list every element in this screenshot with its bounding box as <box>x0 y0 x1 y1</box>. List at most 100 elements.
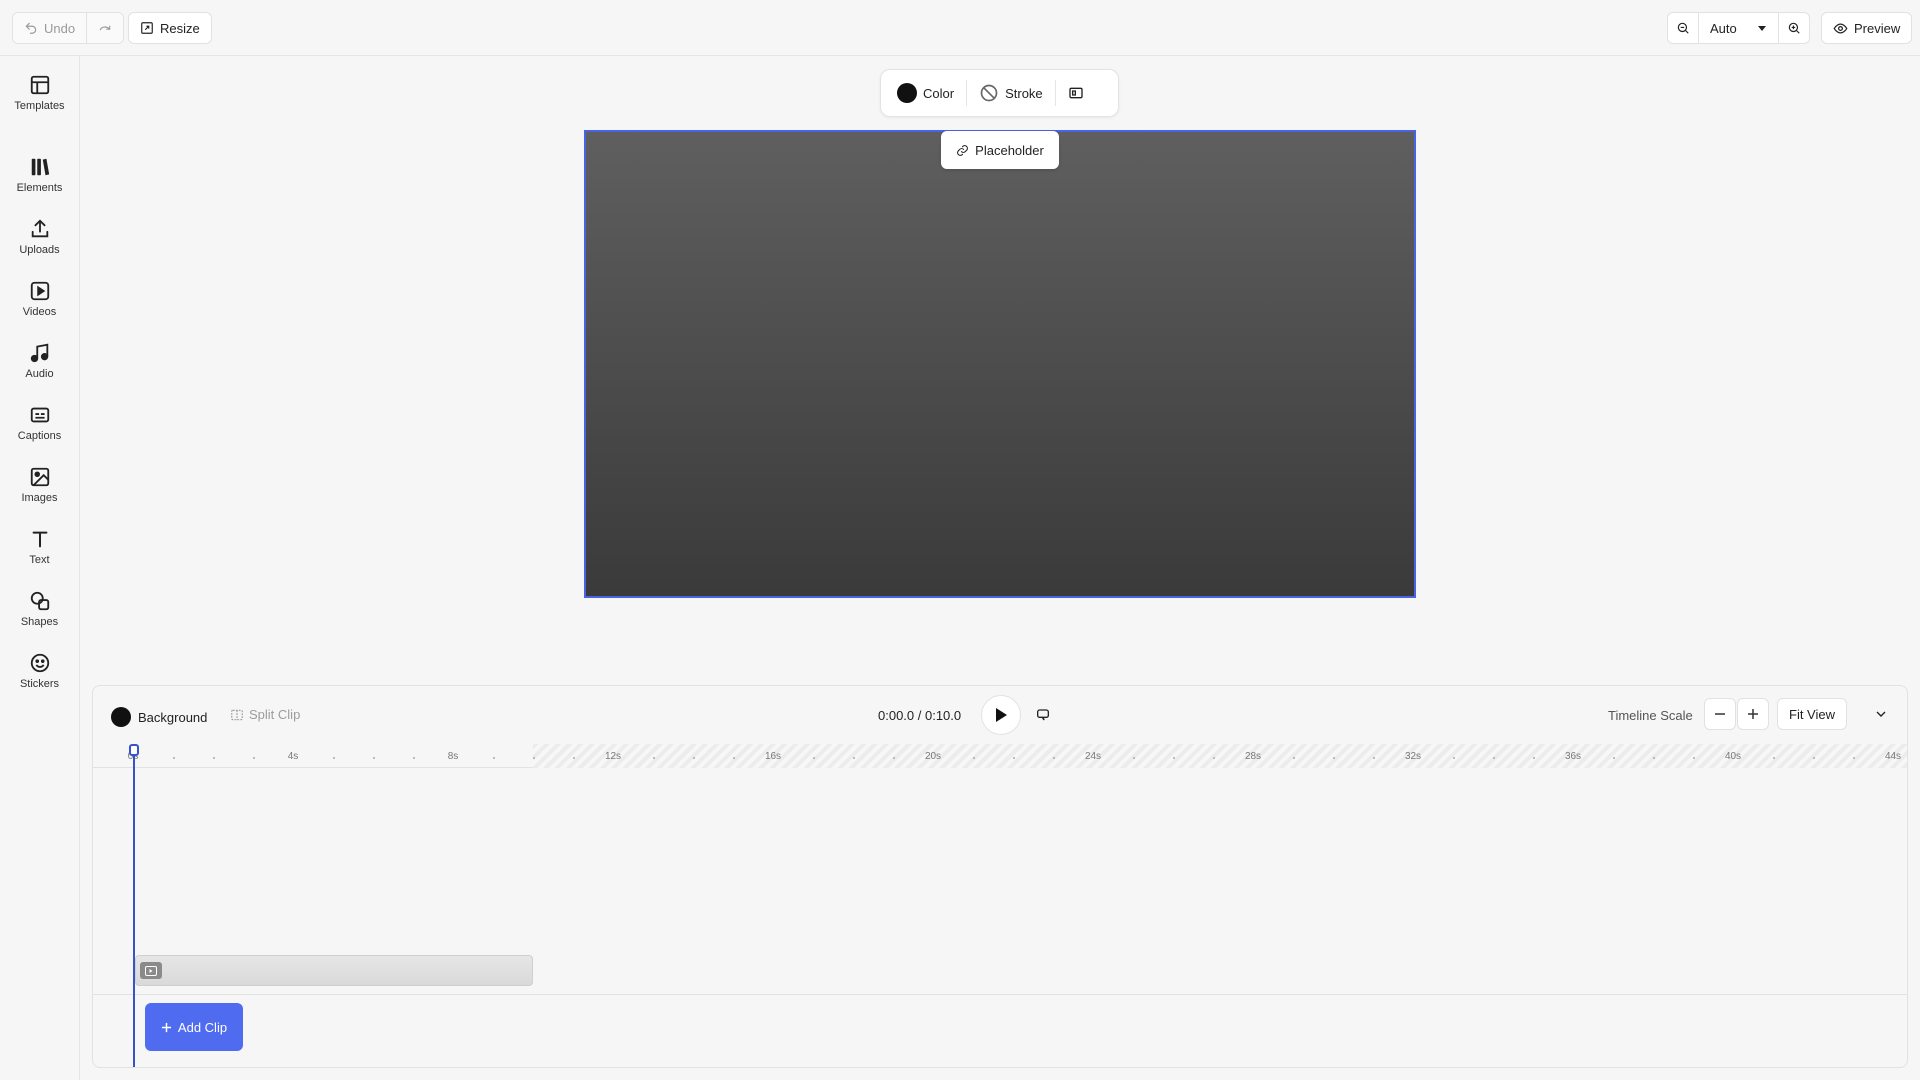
background-button[interactable]: Background <box>111 707 207 727</box>
fit-view-button[interactable]: Fit View <box>1777 698 1847 730</box>
eye-icon <box>1833 22 1848 34</box>
sidebar-item-text[interactable]: Text <box>0 528 79 584</box>
plus-icon <box>1748 709 1758 719</box>
ruler-tick-dot <box>213 757 215 759</box>
ruler-tick-dot <box>333 757 335 759</box>
split-clip-label: Split Clip <box>249 707 301 722</box>
stroke-label: Stroke <box>1005 85 1043 101</box>
layout-button[interactable] <box>1060 77 1092 109</box>
ruler-tick-dot <box>1693 757 1695 759</box>
ruler-tick-dot <box>253 757 255 759</box>
preview-label: Preview <box>1854 20 1901 36</box>
sidebar: Templates Elements Uploads Videos Audio … <box>0 56 80 1080</box>
sidebar-item-audio[interactable]: Audio <box>0 342 79 398</box>
sidebar-item-stickers[interactable]: Stickers <box>0 652 79 708</box>
undo-button[interactable]: Undo <box>13 13 86 43</box>
ruler-tick-dot <box>1533 757 1535 759</box>
zoom-out-icon <box>1677 22 1689 34</box>
stroke-button[interactable]: Stroke <box>971 77 1051 109</box>
sidebar-item-shapes[interactable]: Shapes <box>0 590 79 646</box>
sidebar-item-label: Stickers <box>19 678 60 690</box>
ruler-tick-label: 16s <box>764 751 782 762</box>
sidebar-item-images[interactable]: Images <box>0 466 79 522</box>
sidebar-item-label: Templates <box>14 100 65 112</box>
ruler-tick-label: 4s <box>287 751 299 762</box>
add-clip-button[interactable]: Add Clip <box>145 1003 243 1051</box>
shapes-icon <box>30 591 49 611</box>
scale-increase-button[interactable] <box>1737 698 1769 730</box>
music-note-icon <box>30 343 48 363</box>
ruler-tick-label: 20s <box>924 751 942 762</box>
sidebar-item-label: Uploads <box>19 244 60 256</box>
templates-icon <box>30 75 49 95</box>
plus-icon <box>161 1022 172 1032</box>
canvas-artboard[interactable] <box>584 130 1416 598</box>
redo-button[interactable] <box>86 13 123 43</box>
background-swatch <box>111 707 131 727</box>
split-clip-button[interactable]: Split Clip <box>230 707 300 722</box>
sidebar-item-captions[interactable]: Captions <box>0 404 79 460</box>
placeholder-chip[interactable]: Placeholder <box>941 131 1059 169</box>
element-toolbar: Color Stroke <box>880 69 1119 117</box>
track-area[interactable] <box>93 768 1907 978</box>
collapse-timeline-button[interactable] <box>1873 706 1889 722</box>
minus-icon <box>1715 713 1725 715</box>
ruler-tick-dot <box>1133 757 1135 759</box>
sidebar-item-label: Text <box>29 554 50 566</box>
video-icon <box>30 281 49 301</box>
ruler-tick-label: 36s <box>1564 751 1582 762</box>
play-icon <box>996 708 1007 722</box>
ruler-tick-label: 44s <box>1884 751 1902 762</box>
sidebar-item-templates[interactable]: Templates <box>0 74 79 130</box>
placeholder-label: Placeholder <box>975 142 1044 158</box>
sidebar-item-videos[interactable]: Videos <box>0 280 79 336</box>
sidebar-item-uploads[interactable]: Uploads <box>0 218 79 274</box>
ruler-tick-dot <box>1493 757 1495 759</box>
color-button[interactable]: Color <box>889 77 962 109</box>
toolbar-divider <box>966 80 968 106</box>
ruler-tick-dot <box>373 757 375 759</box>
ruler-tick-dot <box>573 757 575 759</box>
ruler-tick-label: 40s <box>1724 751 1742 762</box>
ruler-tick-dot <box>1293 757 1295 759</box>
timeline-panel: Background Split Clip 0:00.0 / 0:10.0 Ti… <box>92 685 1908 1068</box>
timeline-toolbar: Background Split Clip 0:00.0 / 0:10.0 Ti… <box>93 686 1907 744</box>
ruler-tick-dot <box>853 757 855 759</box>
playhead-handle[interactable] <box>129 744 139 756</box>
captions-icon <box>30 407 49 423</box>
scale-decrease-button[interactable] <box>1704 698 1736 730</box>
ruler-tick-dot <box>1173 757 1175 759</box>
resize-label: Resize <box>160 20 200 36</box>
resize-button[interactable]: Resize <box>128 12 212 44</box>
ruler-tick-dot <box>413 757 415 759</box>
zoom-out-button[interactable] <box>1668 13 1698 43</box>
undo-redo-group: Undo <box>12 12 125 44</box>
add-clip-label: Add Clip <box>177 1019 228 1035</box>
sidebar-item-elements[interactable]: Elements <box>0 156 79 212</box>
loop-button[interactable] <box>1035 706 1051 722</box>
play-button[interactable] <box>981 695 1021 735</box>
undo-icon <box>25 22 37 34</box>
ruler-tick-dot <box>1013 757 1015 759</box>
ruler-tick-dot <box>173 757 175 759</box>
zoom-select[interactable]: Auto <box>1698 13 1778 43</box>
resize-icon <box>141 22 153 34</box>
preview-button[interactable]: Preview <box>1821 12 1913 44</box>
ruler-tick-label: 28s <box>1244 751 1262 762</box>
toolbar-divider <box>1054 80 1056 106</box>
undo-label: Undo <box>44 20 76 36</box>
ruler-tick-dot <box>893 757 895 759</box>
zoom-in-button[interactable] <box>1777 13 1809 43</box>
ruler-inactive-region <box>533 744 1907 768</box>
image-icon <box>30 467 49 487</box>
timeline-ruler[interactable]: 0s4s8s12s16s20s24s28s32s36s40s44s <box>93 744 1907 768</box>
ruler-tick-label: 32s <box>1404 751 1422 762</box>
ruler-tick-dot <box>1213 757 1215 759</box>
video-clip[interactable] <box>135 955 533 986</box>
ruler-tick-dot <box>653 757 655 759</box>
color-label: Color <box>923 85 955 101</box>
clip-video-icon <box>140 962 162 979</box>
loop-icon <box>1037 709 1049 721</box>
sidebar-item-label: Captions <box>17 430 62 442</box>
sidebar-item-label: Videos <box>22 306 57 318</box>
